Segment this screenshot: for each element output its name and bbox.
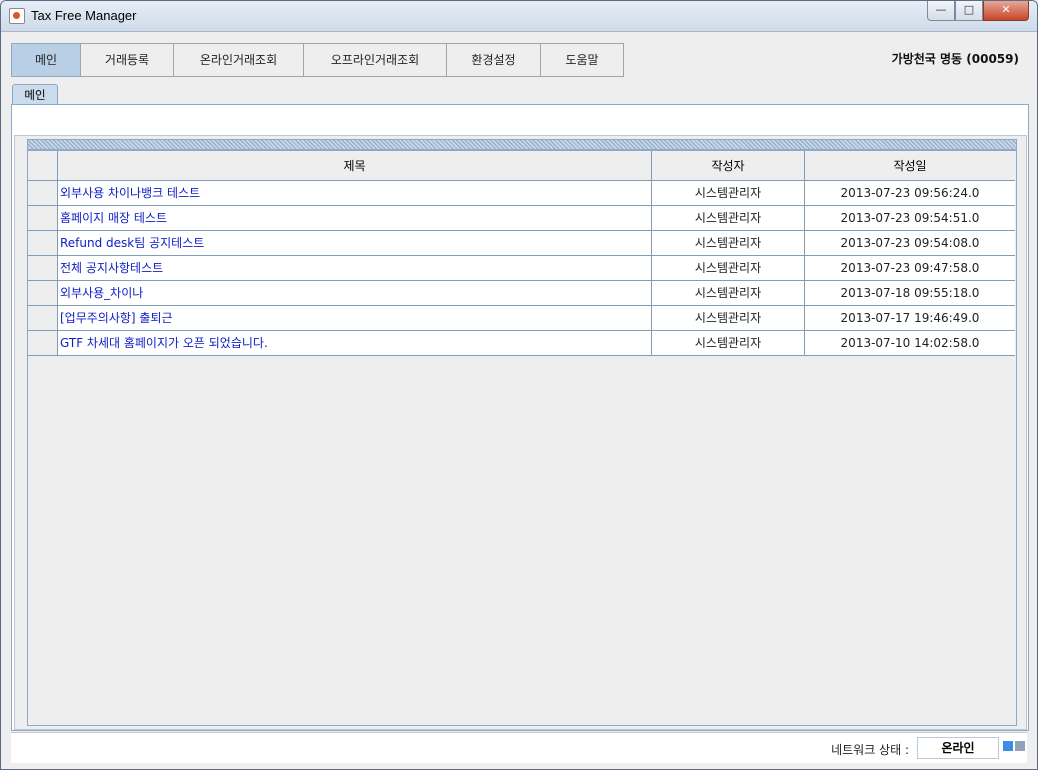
- row-header: [28, 281, 58, 306]
- notice-title-link[interactable]: 외부사용_차이나: [58, 281, 652, 306]
- window-title: Tax Free Manager: [31, 8, 137, 23]
- close-button[interactable]: ✕: [983, 1, 1029, 21]
- notice-date: 2013-07-23 09:47:58.0: [805, 256, 1015, 281]
- notice-title-link[interactable]: GTF 차세대 홈페이지가 오픈 되었습니다.: [58, 331, 652, 356]
- tab-main[interactable]: 메인: [11, 43, 81, 77]
- java-app-icon: [9, 8, 25, 24]
- tab-offline-transaction-query[interactable]: 오프라인거래조회: [303, 43, 447, 77]
- table-body: 외부사용 차이나뱅크 테스트 시스템관리자 2013-07-23 09:56:2…: [28, 181, 1016, 356]
- notice-board-area: 제목 작성자 작성일 외부사용 차이나뱅크 테스트 시스템관리자 2013-07…: [14, 135, 1027, 730]
- window-controls: — □ ✕: [927, 1, 1029, 21]
- notice-table: 제목 작성자 작성일 외부사용 차이나뱅크 테스트 시스템관리자 2013-07…: [27, 150, 1017, 726]
- notice-title-link[interactable]: 전체 공지사항테스트: [58, 256, 652, 281]
- notice-title-link[interactable]: Refund desk팀 공지테스트: [58, 231, 652, 256]
- row-header: [28, 231, 58, 256]
- main-menu-tabs: 메인 거래등록 온라인거래조회 오프라인거래조회 환경설정 도움말: [11, 43, 624, 77]
- notice-date: 2013-07-23 09:54:08.0: [805, 231, 1015, 256]
- title-bar[interactable]: Tax Free Manager — □ ✕: [1, 1, 1037, 32]
- store-user-info: 가방천국 명동 (00059): [891, 52, 1019, 66]
- notice-author: 시스템관리자: [652, 206, 805, 231]
- row-header: [28, 181, 58, 206]
- notice-date: 2013-07-23 09:54:51.0: [805, 206, 1015, 231]
- row-header-corner: [28, 151, 58, 181]
- column-header-date[interactable]: 작성일: [805, 151, 1015, 181]
- table-row[interactable]: 외부사용 차이나뱅크 테스트 시스템관리자 2013-07-23 09:56:2…: [28, 181, 1016, 206]
- table-row[interactable]: [업무주의사항] 출퇴근 시스템관리자 2013-07-17 19:46:49.…: [28, 306, 1016, 331]
- column-header-title[interactable]: 제목: [58, 151, 652, 181]
- app-window: Tax Free Manager — □ ✕ 메인 거래등록 온라인거래조회 오…: [0, 0, 1038, 770]
- notice-title-link[interactable]: [업무주의사항] 출퇴근: [58, 306, 652, 331]
- notice-author: 시스템관리자: [652, 331, 805, 356]
- notice-title-link[interactable]: 외부사용 차이나뱅크 테스트: [58, 181, 652, 206]
- maximize-button[interactable]: □: [955, 1, 983, 21]
- network-status-label: 네트워크 상태 :: [831, 743, 909, 757]
- subtab-main[interactable]: 메인: [12, 84, 58, 105]
- row-header: [28, 306, 58, 331]
- notice-title-link[interactable]: 홈페이지 매장 테스트: [58, 206, 652, 231]
- network-status-value: 온라인: [917, 737, 999, 759]
- table-row[interactable]: 전체 공지사항테스트 시스템관리자 2013-07-23 09:47:58.0: [28, 256, 1016, 281]
- notice-author: 시스템관리자: [652, 231, 805, 256]
- table-row[interactable]: 외부사용_차이나 시스템관리자 2013-07-18 09:55:18.0: [28, 281, 1016, 306]
- row-header: [28, 331, 58, 356]
- table-row[interactable]: Refund desk팀 공지테스트 시스템관리자 2013-07-23 09:…: [28, 231, 1016, 256]
- notice-date: 2013-07-10 14:02:58.0: [805, 331, 1015, 356]
- network-indicator-icon: [1003, 741, 1025, 751]
- tab-register-transaction[interactable]: 거래등록: [80, 43, 174, 77]
- notice-author: 시스템관리자: [652, 256, 805, 281]
- table-row[interactable]: 홈페이지 매장 테스트 시스템관리자 2013-07-23 09:54:51.0: [28, 206, 1016, 231]
- tab-online-transaction-query[interactable]: 온라인거래조회: [173, 43, 304, 77]
- notice-date: 2013-07-23 09:56:24.0: [805, 181, 1015, 206]
- tab-settings[interactable]: 환경설정: [446, 43, 541, 77]
- tab-help[interactable]: 도움말: [540, 43, 624, 77]
- notice-author: 시스템관리자: [652, 306, 805, 331]
- notice-date: 2013-07-18 09:55:18.0: [805, 281, 1015, 306]
- notice-author: 시스템관리자: [652, 281, 805, 306]
- column-header-author[interactable]: 작성자: [652, 151, 805, 181]
- minimize-button[interactable]: —: [927, 1, 955, 21]
- status-bar: 네트워크 상태 : 온라인: [11, 732, 1027, 763]
- splitter-grip[interactable]: [27, 139, 1017, 150]
- table-row[interactable]: GTF 차세대 홈페이지가 오픈 되었습니다. 시스템관리자 2013-07-1…: [28, 331, 1016, 356]
- row-header: [28, 256, 58, 281]
- notice-author: 시스템관리자: [652, 181, 805, 206]
- main-content-panel: 제목 작성자 작성일 외부사용 차이나뱅크 테스트 시스템관리자 2013-07…: [11, 104, 1029, 731]
- table-header: 제목 작성자 작성일: [28, 151, 1016, 181]
- notice-date: 2013-07-17 19:46:49.0: [805, 306, 1015, 331]
- row-header: [28, 206, 58, 231]
